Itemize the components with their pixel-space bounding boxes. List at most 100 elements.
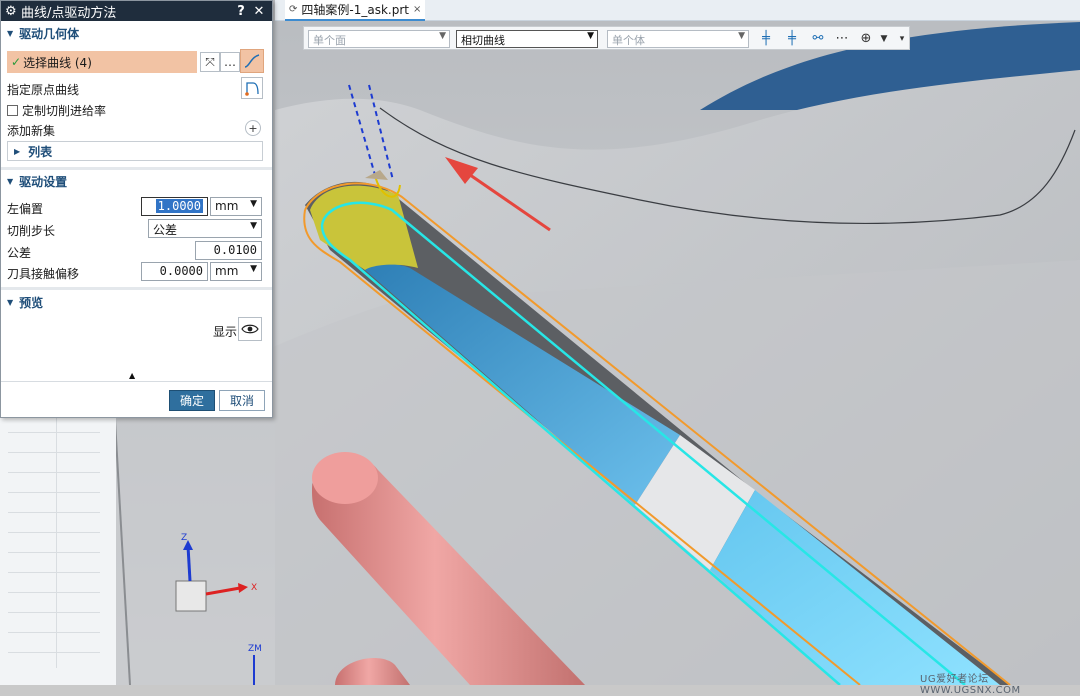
tolerance-input[interactable]: 0.0100 xyxy=(195,241,262,260)
face-rule-value: 单个面 xyxy=(313,34,346,47)
navigator-panel xyxy=(0,418,116,685)
custom-feed-checkbox[interactable] xyxy=(7,105,18,116)
collapse-triangle-icon: ▼ xyxy=(7,297,14,307)
chevron-down-icon: ▼ xyxy=(587,31,594,41)
body-rule-dropdown[interactable]: 单个体 ▼ xyxy=(607,30,749,48)
checkmark-icon: ✓ xyxy=(11,55,22,69)
chevron-down-icon: ▼ xyxy=(738,31,745,41)
collapse-triangle-icon: ▼ xyxy=(7,176,14,186)
tool-contact-unit: mm xyxy=(215,264,239,278)
tolerance-label: 公差 xyxy=(7,246,32,260)
curve-rule-value: 相切曲线 xyxy=(461,34,505,47)
cut-step-label: 切削步长 xyxy=(7,224,56,238)
close-button[interactable]: ✕ xyxy=(250,4,268,19)
grid-line xyxy=(8,652,100,653)
document-tab[interactable]: ⟳ 四轴案例-1_ask.prt × xyxy=(285,0,426,21)
ok-button[interactable]: 确定 xyxy=(169,390,215,411)
grid-line xyxy=(8,492,100,493)
left-offset-label: 左偏置 xyxy=(7,202,44,216)
grid-line xyxy=(8,472,100,473)
selection-filter-bar: 单个面 ▼ 相切曲线 ▼ 单个体 ▼ ╪ ╪ ⚯ ⋯ ⊕ ▼ ▾ xyxy=(303,26,910,50)
pink-cylinder-cap xyxy=(312,452,378,504)
list-label: 列表 xyxy=(28,144,53,159)
display-label: 显示 xyxy=(213,325,238,339)
custom-feed-row[interactable]: 定制切削进给率 xyxy=(7,102,106,119)
left-offset-input[interactable]: 1.0000 xyxy=(141,197,208,216)
grid-line xyxy=(8,612,100,613)
grid-line xyxy=(8,452,100,453)
gear-icon[interactable]: ⚙ xyxy=(5,4,21,19)
custom-feed-label: 定制切削进给率 xyxy=(22,104,107,118)
body-rule-value: 单个体 xyxy=(612,34,645,47)
tolerance-value: 0.0100 xyxy=(213,243,257,257)
tool-contact-offset-value: 0.0000 xyxy=(159,264,203,278)
collapse-triangle-icon: ▼ xyxy=(7,28,14,38)
snap-dropdown-icon[interactable]: ▼ xyxy=(874,30,894,48)
drive-settings-header[interactable]: ▼ 驱动设置 xyxy=(1,171,272,191)
section-divider xyxy=(1,167,272,170)
snap-point-icon[interactable]: ⊕ xyxy=(856,30,876,48)
triad-x-label: X xyxy=(251,583,257,593)
part-file-icon: ⟳ xyxy=(289,4,298,15)
dialog-title-bar[interactable]: ⚙ 曲线/点驱动方法 ? ✕ xyxy=(1,1,272,21)
wcs-zm-label: ZM xyxy=(248,644,262,654)
toolbar-overflow-icon[interactable]: ▾ xyxy=(892,30,912,48)
stop-at-intersection-icon[interactable]: ╪ xyxy=(756,30,776,48)
follow-fillet-icon[interactable]: ╪ xyxy=(782,30,802,48)
grid-line xyxy=(8,512,100,513)
origin-curve-icon[interactable] xyxy=(241,77,263,99)
section-divider xyxy=(1,287,272,290)
triad-z-label: Z xyxy=(181,533,187,543)
triad-z-axis xyxy=(186,545,192,582)
list-expander[interactable]: ▶ 列表 xyxy=(7,141,263,161)
help-button[interactable]: ? xyxy=(232,4,250,19)
grid-line xyxy=(8,592,100,593)
face-rule-dropdown[interactable]: 单个面 ▼ xyxy=(308,30,450,48)
grid-line xyxy=(8,532,100,533)
preview-header[interactable]: ▼ 预览 xyxy=(1,292,272,312)
drive-settings-title: 驱动设置 xyxy=(19,174,68,189)
document-tab-label: 四轴案例-1_ask.prt xyxy=(301,3,409,17)
expand-triangle-icon: ▶ xyxy=(14,146,21,156)
more-icon[interactable]: ⋯ xyxy=(832,30,852,48)
grid-line xyxy=(8,552,100,553)
dialog-footer-divider xyxy=(1,381,272,382)
triad-cube xyxy=(175,580,207,612)
chevron-down-icon: ▼ xyxy=(250,199,257,209)
cancel-button[interactable]: 取消 xyxy=(219,390,265,411)
document-tab-bar: ⟳ 四轴案例-1_ask.prt × xyxy=(275,0,1080,21)
select-curve-row[interactable]: ✓ 选择曲线 (4) xyxy=(7,51,197,73)
cut-step-select[interactable]: 公差 ▼ xyxy=(148,219,262,238)
specify-origin-label: 指定原点曲线 xyxy=(7,83,80,97)
select-curve-label: 选择曲线 (4) xyxy=(23,55,92,70)
curve-rule-dropdown[interactable]: 相切曲线 ▼ xyxy=(456,30,598,48)
tool-contact-offset-label: 刀具接触偏移 xyxy=(7,267,80,281)
more-options-icon[interactable]: … xyxy=(220,52,240,72)
drive-geometry-title: 驱动几何体 xyxy=(19,26,80,41)
curve-select-icon[interactable] xyxy=(240,49,264,73)
drive-geometry-header[interactable]: ▼ 驱动几何体 xyxy=(1,23,272,43)
tab-close-icon[interactable]: × xyxy=(413,4,421,15)
left-offset-value: 1.0000 xyxy=(155,199,203,213)
tool-contact-unit-select[interactable]: mm ▼ xyxy=(210,262,262,281)
cut-step-value: 公差 xyxy=(153,223,178,237)
deselect-icon[interactable]: ⤧ xyxy=(200,52,220,72)
left-offset-unit: mm xyxy=(215,199,239,213)
add-set-icon[interactable]: + xyxy=(245,120,261,136)
chevron-down-icon: ▼ xyxy=(250,264,257,274)
grid-line xyxy=(8,632,100,633)
chevron-down-icon: ▼ xyxy=(439,31,446,41)
chain-curve-icon[interactable]: ⚯ xyxy=(808,30,828,48)
collapse-dialog-icon[interactable]: ▲ xyxy=(129,371,135,380)
tool-contact-offset-input[interactable]: 0.0000 xyxy=(141,262,208,281)
watermark-text: UG爱好者论坛 WWW.UGSNX.COM xyxy=(920,674,1021,696)
dialog-title: 曲线/点驱动方法 xyxy=(21,5,117,21)
eye-icon[interactable] xyxy=(238,317,262,341)
grid-column-line xyxy=(56,418,57,668)
grid-line xyxy=(8,572,100,573)
add-new-set-label: 添加新集 xyxy=(7,124,56,138)
curve-point-drive-dialog: ⚙ 曲线/点驱动方法 ? ✕ ▼ 驱动几何体 ✓ 选择曲线 (4) ⤧ … 指定… xyxy=(0,0,273,418)
left-offset-unit-select[interactable]: mm ▼ xyxy=(210,197,262,216)
preview-title: 预览 xyxy=(19,295,44,310)
grid-line xyxy=(8,432,100,433)
